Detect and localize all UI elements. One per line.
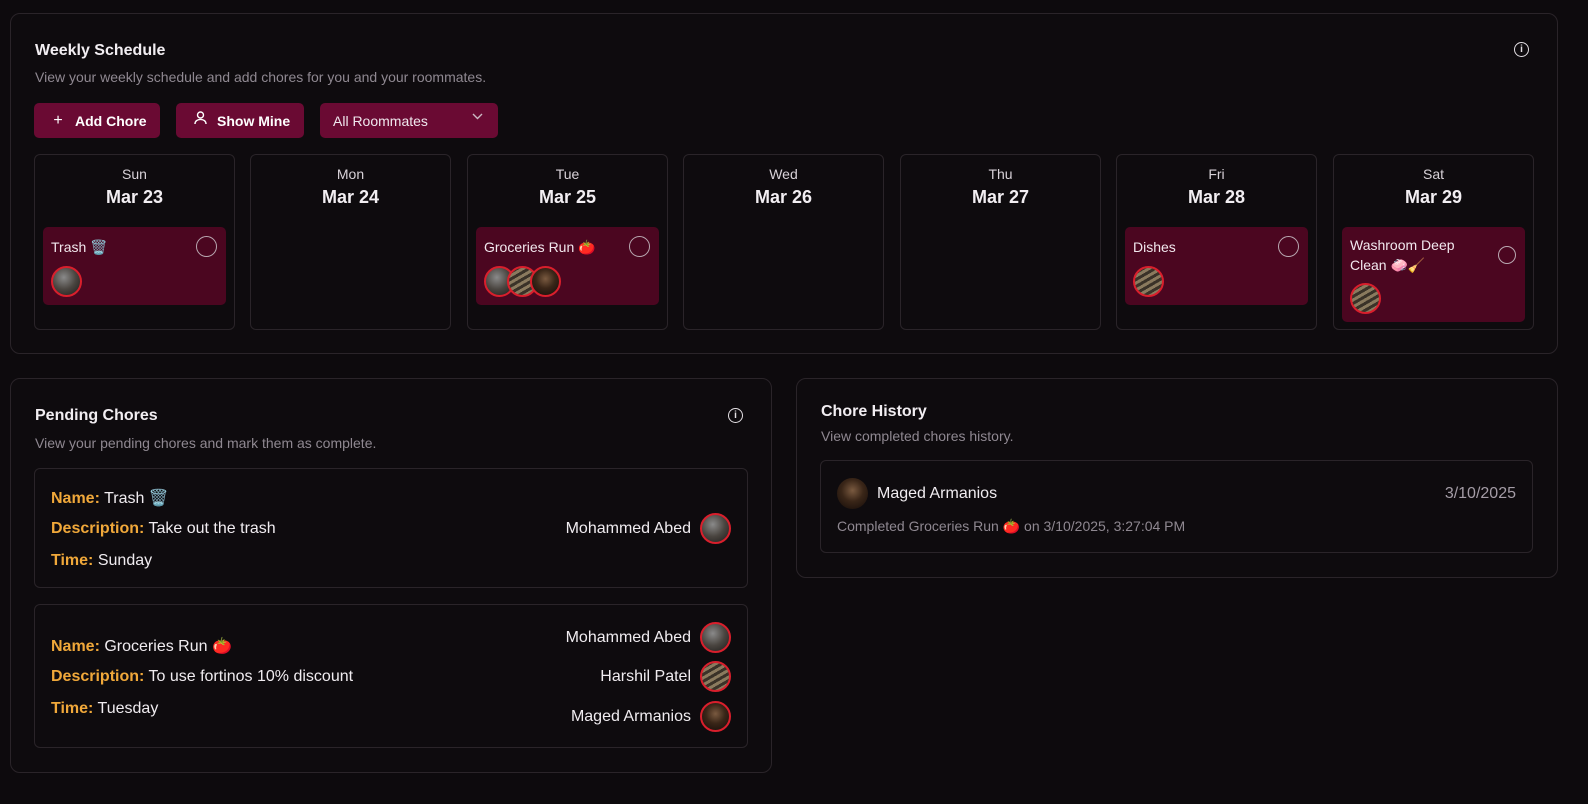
- plus-icon: +: [53, 111, 63, 129]
- info-icon[interactable]: i: [1514, 42, 1529, 57]
- day-date: Mar 23: [105, 187, 164, 207]
- chore-title: Groceries Run 🍅: [484, 239, 596, 255]
- chore-name-row: Name: Trash 🗑️: [51, 488, 169, 508]
- day-date: Mar 28: [1187, 187, 1246, 207]
- chore-card[interactable]: Trash 🗑️: [43, 227, 226, 305]
- day-date: Mar 25: [538, 187, 597, 207]
- day-date: Mar 26: [754, 187, 813, 207]
- avatar: [530, 266, 561, 297]
- chore-card[interactable]: Dishes: [1125, 227, 1308, 305]
- day-name: Mon: [336, 166, 365, 182]
- roommate-filter-value: All Roommates: [333, 112, 428, 129]
- day-column-sun: Sun Mar 23 Trash 🗑️: [34, 154, 235, 330]
- day-name: Fri: [1208, 166, 1225, 182]
- chore-description-row: Description: To use fortinos 10% discoun…: [51, 668, 353, 686]
- user-icon: [193, 111, 207, 130]
- avatar: [700, 701, 731, 732]
- weekly-schedule-title: Weekly Schedule: [35, 42, 166, 59]
- history-entry: Maged Armanios 3/10/2025 Completed Groce…: [820, 460, 1533, 553]
- chore-name: Groceries Run 🍅: [104, 638, 232, 655]
- day-name: Tue: [555, 166, 580, 182]
- avatar: [1133, 266, 1164, 297]
- description-label: Description:: [51, 520, 145, 537]
- assignee-name: Maged Armanios: [570, 708, 691, 725]
- roommate-filter-select[interactable]: All Roommates: [320, 103, 498, 138]
- avatar: [700, 513, 731, 544]
- time-label: Time:: [51, 552, 94, 569]
- circle-check-icon[interactable]: [1498, 246, 1516, 264]
- pending-chore-item: Name: Groceries Run 🍅 Description: To us…: [34, 604, 748, 748]
- day-column-fri: Fri Mar 28 Dishes: [1116, 154, 1317, 330]
- assignee-name: Mohammed Abed: [565, 520, 691, 537]
- name-label: Name:: [51, 638, 100, 655]
- avatar: [700, 661, 731, 692]
- history-detail: Completed Groceries Run 🍅 on 3/10/2025, …: [837, 518, 1186, 534]
- avatar: [1350, 283, 1381, 314]
- chore-card[interactable]: Washroom Deep Clean 🧼🧹: [1342, 227, 1525, 322]
- chore-time: Tuesday: [97, 700, 159, 717]
- circle-check-icon[interactable]: [196, 236, 217, 257]
- show-mine-button[interactable]: Show Mine: [176, 103, 304, 138]
- chore-name: Trash 🗑️: [104, 490, 169, 507]
- chore-title-line: Washroom Deep: [1350, 237, 1455, 253]
- day-name: Sun: [122, 166, 147, 182]
- day-date: Mar 24: [321, 187, 380, 207]
- day-column-tue: Tue Mar 25 Groceries Run 🍅: [467, 154, 668, 330]
- day-column-thu: Thu Mar 27: [900, 154, 1101, 330]
- chore-time-row: Time: Sunday: [51, 552, 152, 570]
- day-column-wed: Wed Mar 26: [683, 154, 884, 330]
- name-label: Name:: [51, 490, 100, 507]
- chore-title: Trash 🗑️: [51, 239, 108, 255]
- chore-history-title: Chore History: [821, 403, 927, 420]
- history-user-name: Maged Armanios: [877, 485, 998, 502]
- day-name: Thu: [988, 166, 1013, 182]
- info-icon[interactable]: i: [728, 408, 743, 423]
- add-chore-label: Add Chore: [75, 112, 147, 129]
- day-date: Mar 29: [1404, 187, 1463, 207]
- assignee-name: Harshil Patel: [600, 668, 691, 685]
- circle-check-icon[interactable]: [629, 236, 650, 257]
- day-date: Mar 27: [971, 187, 1030, 207]
- chore-title: Washroom Deep Clean 🧼🧹: [1350, 235, 1455, 275]
- pending-chore-item: Name: Trash 🗑️ Description: Take out the…: [34, 468, 748, 588]
- avatar: [837, 478, 868, 509]
- add-chore-button[interactable]: + Add Chore: [34, 103, 160, 138]
- show-mine-label: Show Mine: [217, 112, 291, 129]
- chore-title: Dishes: [1133, 239, 1176, 255]
- time-label: Time:: [51, 700, 94, 717]
- description-label: Description:: [51, 668, 145, 685]
- avatar: [700, 622, 731, 653]
- day-name: Sat: [1422, 166, 1444, 182]
- weekly-schedule-subtitle: View your weekly schedule and add chores…: [35, 69, 487, 85]
- avatar: [51, 266, 82, 297]
- chore-description-row: Description: Take out the trash: [51, 520, 276, 538]
- pending-chores-subtitle: View your pending chores and mark them a…: [35, 435, 377, 451]
- chore-time: Sunday: [97, 552, 153, 569]
- chore-description: To use fortinos 10% discount: [148, 668, 354, 685]
- chore-card[interactable]: Groceries Run 🍅: [476, 227, 659, 305]
- day-name: Wed: [769, 166, 798, 182]
- assignee-name: Mohammed Abed: [565, 629, 691, 646]
- chore-title-line: Clean 🧼🧹: [1350, 257, 1426, 273]
- circle-check-icon[interactable]: [1278, 236, 1299, 257]
- chevron-down-icon: [472, 111, 483, 123]
- chore-name-row: Name: Groceries Run 🍅: [51, 636, 232, 656]
- day-column-sat: Sat Mar 29 Washroom Deep Clean 🧼🧹: [1333, 154, 1534, 330]
- history-date: 3/10/2025: [1444, 485, 1516, 502]
- chore-history-subtitle: View completed chores history.: [821, 428, 1014, 444]
- chore-description: Take out the trash: [148, 520, 276, 537]
- chore-time-row: Time: Tuesday: [51, 700, 158, 718]
- pending-chores-title: Pending Chores: [35, 407, 158, 424]
- day-column-mon: Mon Mar 24: [250, 154, 451, 330]
